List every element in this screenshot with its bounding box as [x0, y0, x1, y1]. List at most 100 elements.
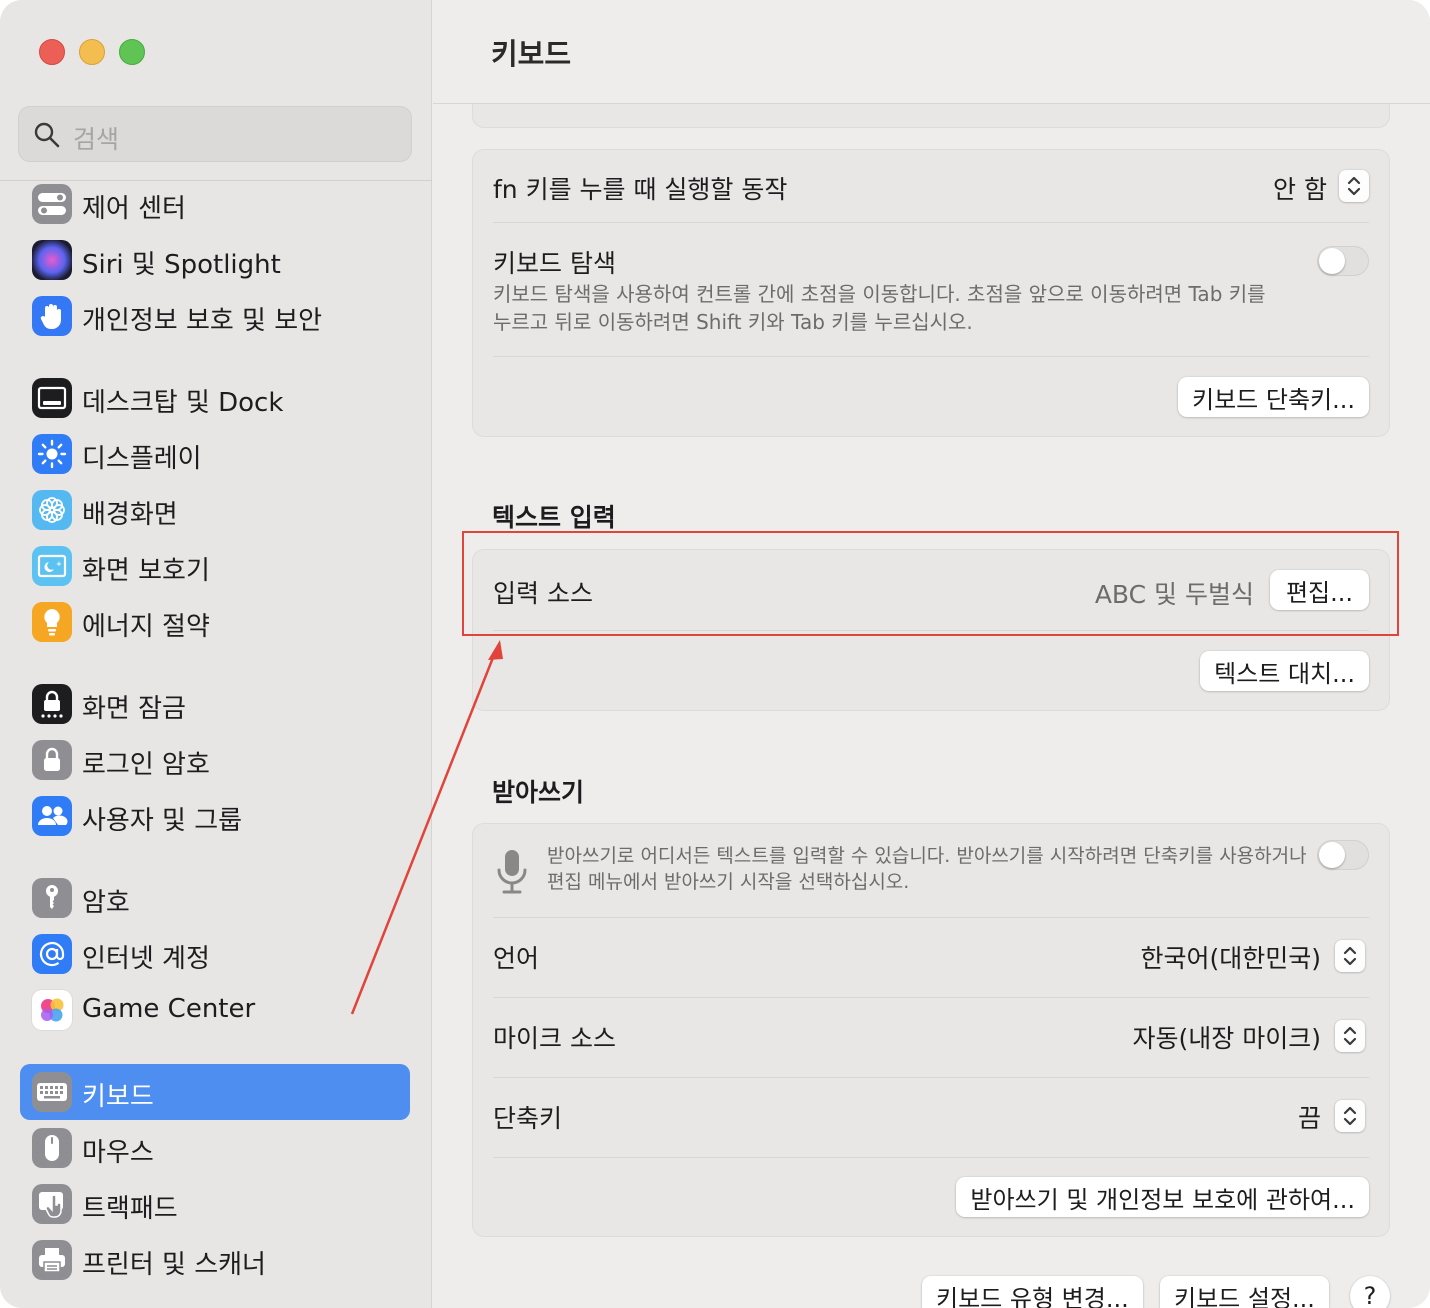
dictation-description-line2: 편집 메뉴에서 받아쓰기 시작을 선택하십시오.	[547, 871, 910, 893]
shortcut-popup-button[interactable]	[1335, 1100, 1365, 1132]
at-icon	[32, 934, 72, 974]
sidebar-item-label: 프린터 및 스캐너	[82, 1250, 266, 1280]
annotation-highlight-box	[462, 531, 1399, 636]
fn-key-popup-button[interactable]	[1339, 170, 1369, 202]
row-divider	[493, 1157, 1369, 1158]
lightbulb-icon	[32, 602, 72, 642]
keyboard-shortcuts-button[interactable]: 키보드 단축키...	[1178, 377, 1369, 417]
sidebar-item-label: 에너지 절약	[82, 612, 210, 642]
sidebar-item-privacy-security[interactable]: 개인정보 보호 및 보안	[20, 288, 410, 344]
sidebar-item-screen-saver[interactable]: + 화면 보호기	[20, 538, 410, 594]
up-down-chevron-icon	[1343, 1106, 1357, 1126]
sidebar-item-lock-screen[interactable]: 화면 잠금	[20, 676, 410, 732]
sidebar-item-login-password[interactable]: 로그인 암호	[20, 732, 410, 788]
mouse-icon	[32, 1128, 72, 1168]
sidebar-item-label: 사용자 및 그룹	[82, 806, 243, 836]
siri-icon	[32, 240, 72, 280]
sidebar-item-label: 배경화면	[82, 500, 178, 530]
microphone-icon	[497, 850, 527, 894]
row-divider	[493, 222, 1369, 223]
sidebar-item-printers-scanners[interactable]: 프린터 및 스캐너	[20, 1232, 410, 1288]
sidebar-item-wallpaper[interactable]: 배경화면	[20, 482, 410, 538]
language-value: 한국어(대한민국)	[1140, 944, 1321, 973]
change-keyboard-type-button[interactable]: 키보드 유형 변경...	[922, 1276, 1143, 1308]
svg-text:+: +	[56, 560, 62, 568]
screen-saver-icon: +	[32, 546, 72, 586]
trackpad-icon	[32, 1184, 72, 1224]
sidebar-item-label: 개인정보 보호 및 보안	[82, 306, 323, 336]
sidebar-item-internet-accounts[interactable]: 인터넷 계정	[20, 926, 410, 982]
sidebar-item-label: 암호	[82, 888, 130, 918]
lock-screen-icon	[32, 684, 72, 724]
keyboard-icon	[32, 1072, 72, 1112]
sidebar-item-keyboard[interactable]: 키보드	[20, 1064, 410, 1120]
keyboard-navigation-label: 키보드 탐색	[493, 249, 616, 278]
sidebar-item-displays[interactable]: 디스플레이	[20, 426, 410, 482]
sidebar-item-label: 마우스	[82, 1138, 154, 1168]
row-divider	[493, 997, 1369, 998]
hand-icon	[32, 296, 72, 336]
dictation-privacy-button[interactable]: 받아쓰기 및 개인정보 보호에 관하여...	[956, 1177, 1369, 1217]
key-icon	[32, 878, 72, 918]
sidebar-item-label: 화면 잠금	[82, 694, 186, 724]
dictation-section-title: 받아쓰기	[492, 778, 585, 807]
page-title: 키보드	[491, 37, 572, 71]
sidebar-item-siri-spotlight[interactable]: Siri 및 Spotlight	[20, 232, 410, 288]
users-icon	[32, 796, 72, 836]
dictation-description-line1: 받아쓰기로 어디서든 텍스트를 입력할 수 있습니다. 받아쓰기를 시작하려면 …	[547, 845, 1307, 867]
fn-key-value: 안 함	[1273, 175, 1327, 204]
flower-icon	[32, 490, 72, 530]
sidebar-item-control-center[interactable]: 제어 센터	[20, 176, 410, 232]
lock-icon	[32, 740, 72, 780]
sidebar-item-users-groups[interactable]: 사용자 및 그룹	[20, 788, 410, 844]
sidebar-item-game-center[interactable]: Game Center	[20, 982, 410, 1038]
sidebar-item-label: Siri 및 Spotlight	[82, 250, 281, 280]
sidebar-item-label: 키보드	[82, 1082, 154, 1112]
zoom-window-button[interactable]	[119, 39, 145, 65]
sidebar-item-label: 제어 센터	[82, 194, 186, 224]
shortcut-value: 끔	[1297, 1104, 1321, 1133]
keyboard-navigation-description-line1: 키보드 탐색을 사용하여 컨트롤 간에 초점을 이동합니다. 초점을 앞으로 이…	[493, 282, 1266, 306]
sidebar: 검색 제어 센터 Siri 및 Spotlight 개인정보 보호 및 보안 데…	[0, 0, 432, 1308]
microphone-source-popup-button[interactable]	[1335, 1020, 1365, 1052]
control-center-icon	[32, 184, 72, 224]
shortcut-label: 단축키	[493, 1104, 563, 1133]
microphone-source-label: 마이크 소스	[493, 1024, 616, 1053]
keyboard-navigation-description-line2: 누르고 뒤로 이동하려면 Shift 키와 Tab 키를 누르십시오.	[493, 310, 973, 334]
sidebar-item-label: 화면 보호기	[82, 556, 210, 586]
keyboard-navigation-toggle[interactable]	[1317, 246, 1369, 276]
fn-key-label: fn 키를 누를 때 실행할 동작	[493, 175, 788, 204]
help-button[interactable]: ?	[1350, 1276, 1390, 1308]
up-down-chevron-icon	[1343, 946, 1357, 966]
game-center-icon	[32, 990, 72, 1030]
sidebar-item-energy-saver[interactable]: 에너지 절약	[20, 594, 410, 650]
sidebar-item-mouse[interactable]: 마우스	[20, 1120, 410, 1176]
keyboard-options-card: fn 키를 누를 때 실행할 동작 안 함 키보드 탐색 키보드 탐색을 사용하…	[472, 149, 1390, 437]
sidebar-item-label: 디스플레이	[82, 444, 202, 474]
toolbar: 키보드	[433, 0, 1430, 104]
sidebar-item-desktop-dock[interactable]: 데스크탑 및 Dock	[20, 370, 410, 426]
text-replacements-button[interactable]: 텍스트 대치...	[1200, 651, 1369, 691]
sidebar-item-trackpad[interactable]: 트랙패드	[20, 1176, 410, 1232]
row-divider	[493, 1077, 1369, 1078]
dock-icon	[32, 378, 72, 418]
language-popup-button[interactable]	[1335, 940, 1365, 972]
row-divider	[493, 917, 1369, 918]
search-field[interactable]: 검색	[18, 106, 412, 162]
row-divider	[493, 356, 1369, 357]
keyboard-setup-button[interactable]: 키보드 설정...	[1160, 1276, 1329, 1308]
up-down-chevron-icon	[1347, 176, 1361, 196]
main-pane: 키보드 fn 키를 누를 때 실행할 동작 안 함 키보드 탐색 키보드 탐색을…	[433, 0, 1430, 1308]
dictation-card: 받아쓰기로 어디서든 텍스트를 입력할 수 있습니다. 받아쓰기를 시작하려면 …	[472, 823, 1390, 1237]
sidebar-item-label: Game Center	[82, 994, 256, 1024]
sidebar-item-label: 인터넷 계정	[82, 944, 210, 974]
minimize-window-button[interactable]	[79, 39, 105, 65]
text-input-section-title: 텍스트 입력	[492, 503, 616, 532]
up-down-chevron-icon	[1343, 1026, 1357, 1046]
dictation-toggle[interactable]	[1317, 840, 1369, 870]
sidebar-item-passwords[interactable]: 암호	[20, 870, 410, 926]
search-icon	[34, 122, 60, 148]
microphone-source-value: 자동(내장 마이크)	[1132, 1024, 1321, 1053]
close-window-button[interactable]	[39, 39, 65, 65]
sidebar-item-label: 로그인 암호	[82, 750, 210, 780]
